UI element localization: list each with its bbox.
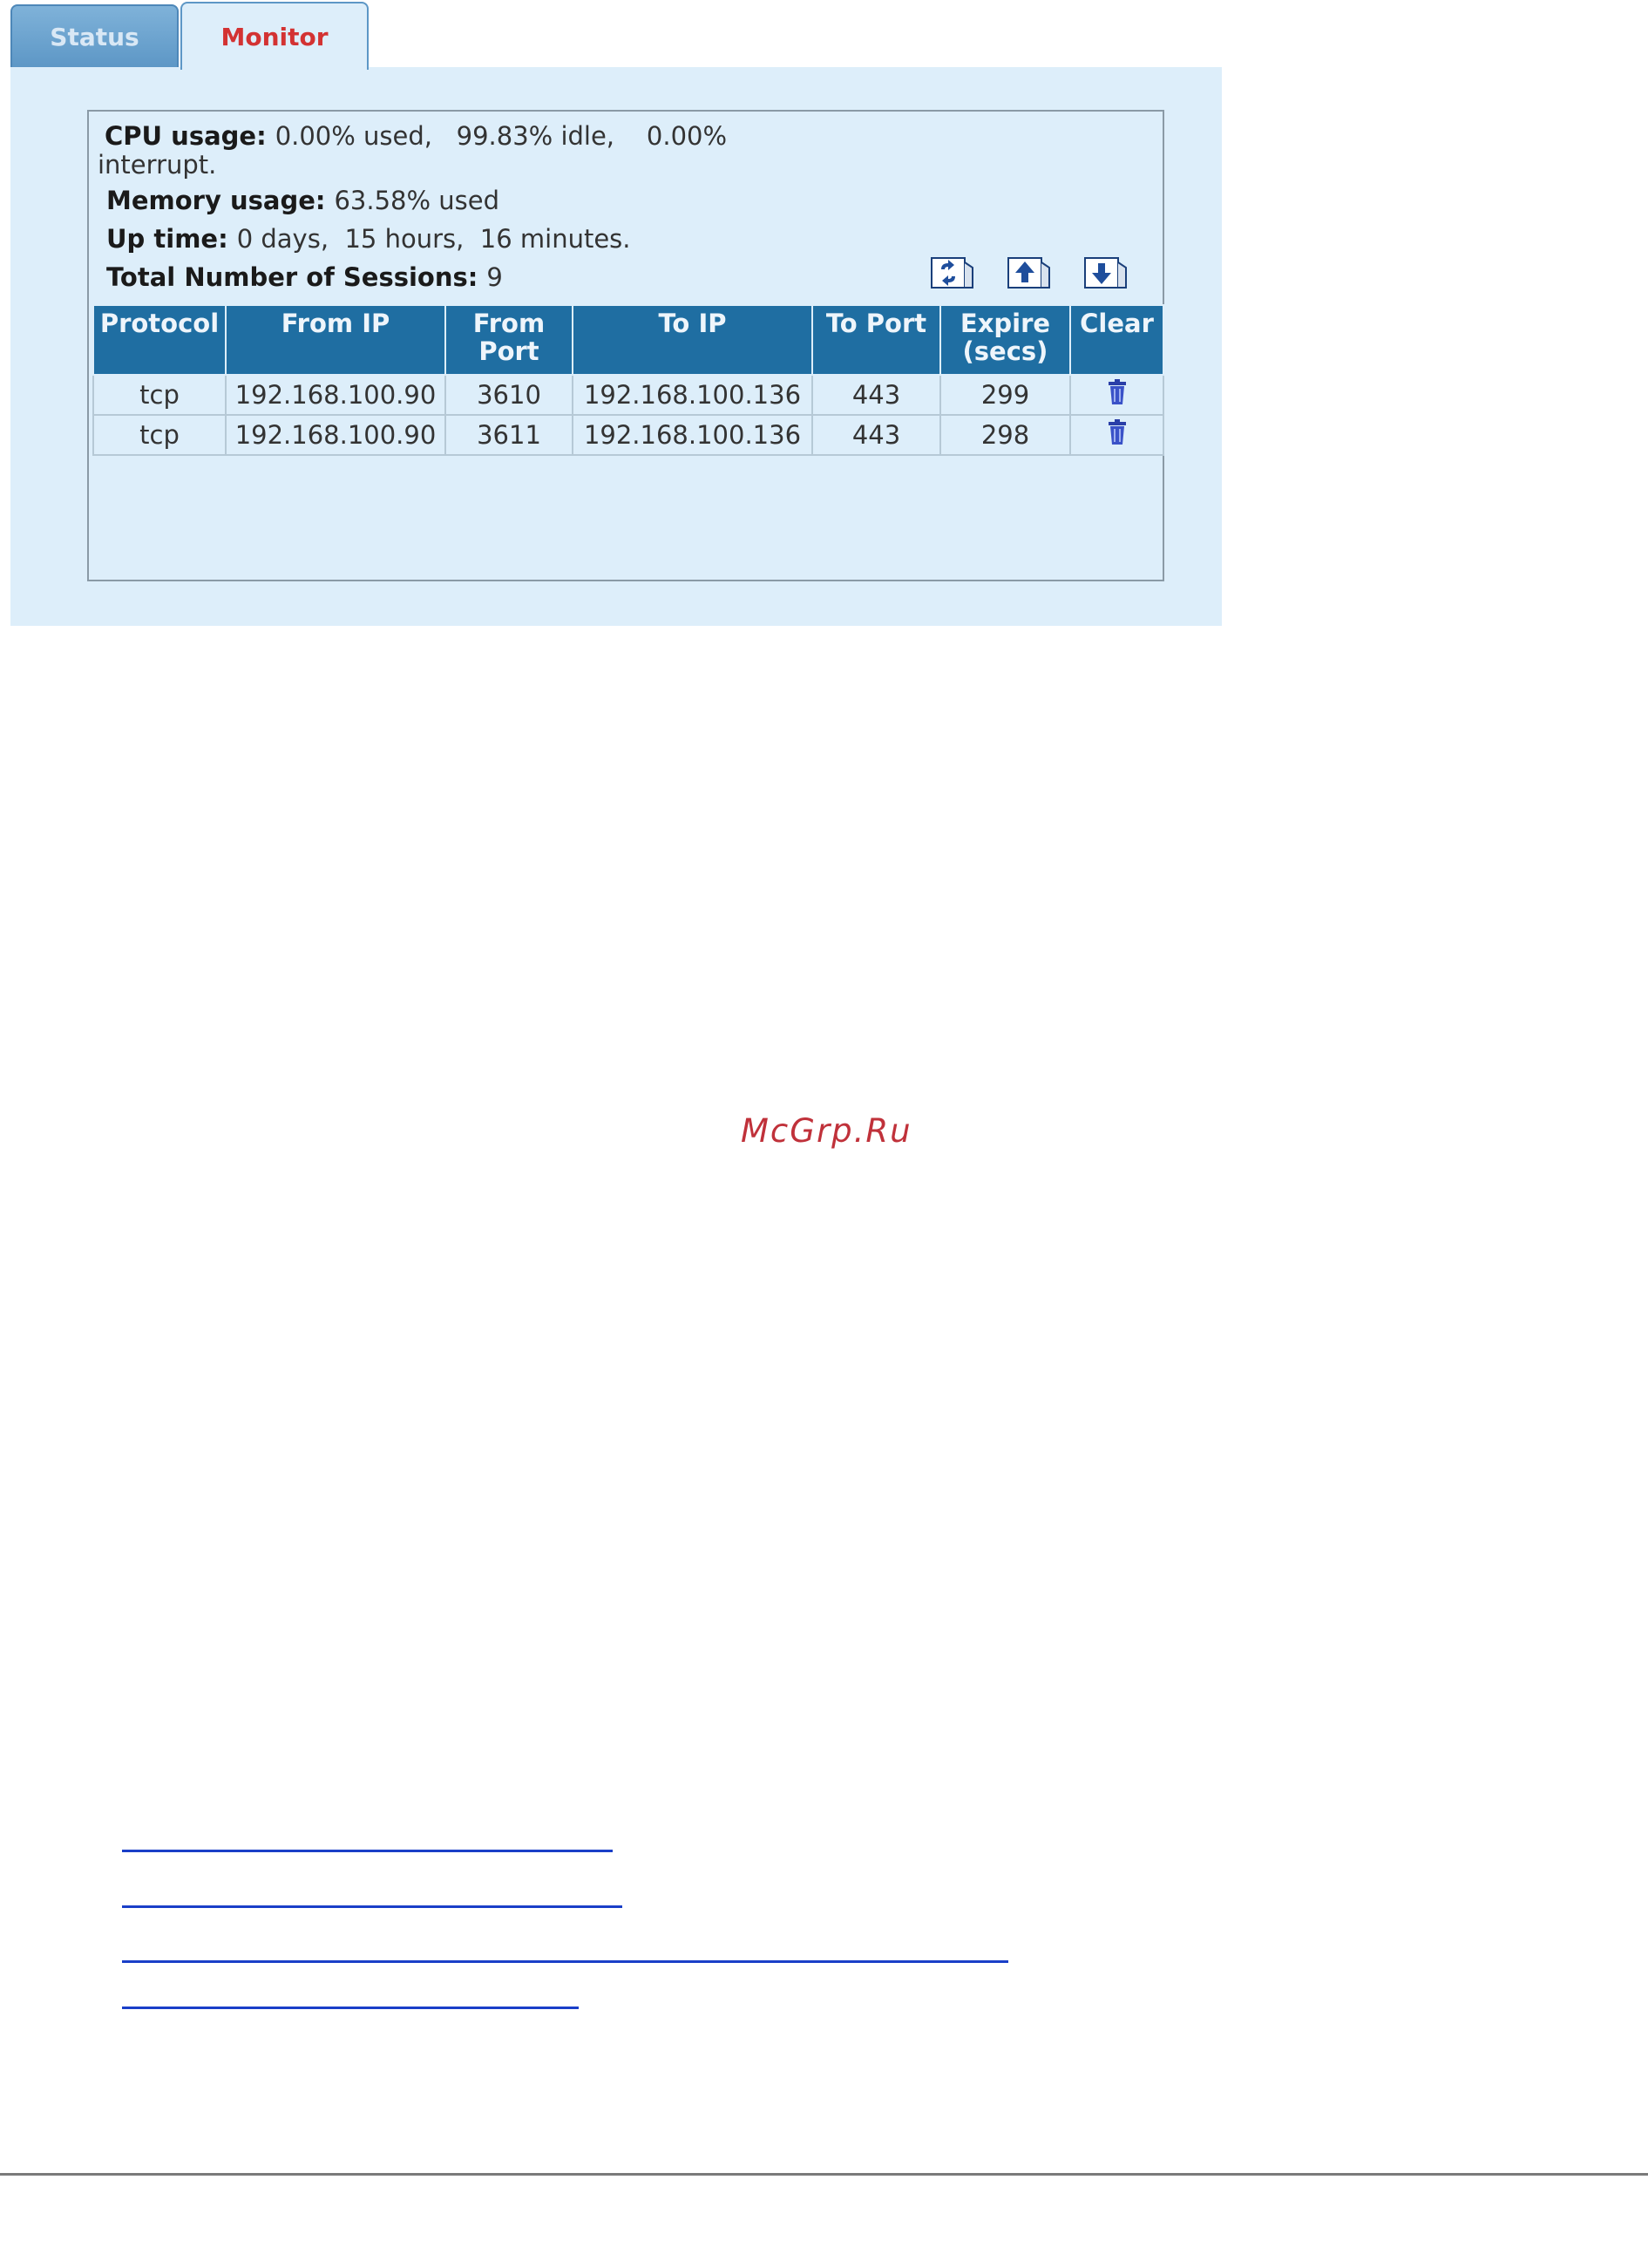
watermark: McGrp.Ru xyxy=(741,1112,912,1150)
cpu-usage-continued: interrupt. xyxy=(98,150,217,180)
table-row: tcp 192.168.100.90 3610 192.168.100.136 … xyxy=(92,374,1164,416)
col-protocol[interactable]: Protocol xyxy=(92,304,227,376)
link-2[interactable] xyxy=(122,1905,622,1908)
tab-monitor[interactable]: Monitor xyxy=(180,2,369,70)
cell-protocol: tcp xyxy=(92,374,227,416)
cell-clear xyxy=(1069,374,1164,416)
footer-divider xyxy=(0,2173,1648,2176)
col-to-port[interactable]: To Port xyxy=(811,304,941,376)
cpu-usage-label: CPU usage: xyxy=(105,121,267,151)
col-to-ip[interactable]: To IP xyxy=(572,304,813,376)
cell-protocol: tcp xyxy=(92,414,227,456)
system-stats: CPU usage: 0.00% used, 99.83% idle, 0.00%… xyxy=(98,120,727,293)
tab-status[interactable]: Status xyxy=(10,4,179,67)
memory-usage-value: 63.58% used xyxy=(334,186,500,215)
memory-usage: Memory usage: 63.58% used xyxy=(106,185,727,216)
cell-to-port: 443 xyxy=(811,374,941,416)
cell-from-port: 3610 xyxy=(444,374,573,416)
table-header-row: Protocol From IP From Port To IP To Port… xyxy=(92,304,1164,376)
up-time-value: 0 days, 15 hours, 16 minutes. xyxy=(236,224,631,254)
sessions-table: Protocol From IP From Port To IP To Port… xyxy=(92,304,1164,456)
cell-expire: 299 xyxy=(939,374,1071,416)
col-clear: Clear xyxy=(1069,304,1164,376)
cpu-usage-value: 0.00% used, 99.83% idle, 0.00% xyxy=(275,121,728,151)
col-from-ip[interactable]: From IP xyxy=(225,304,446,376)
trash-icon[interactable] xyxy=(1106,418,1129,452)
session-count: Total Number of Sessions: 9 xyxy=(106,261,727,293)
link-4[interactable] xyxy=(122,2007,579,2009)
col-from-port[interactable]: From Port xyxy=(444,304,573,376)
session-count-label: Total Number of Sessions: xyxy=(106,262,478,292)
monitor-panel: CPU usage: 0.00% used, 99.83% idle, 0.00%… xyxy=(10,67,1222,626)
refresh-icon[interactable] xyxy=(931,255,976,290)
link-3[interactable] xyxy=(122,1960,1008,1963)
cell-from-port: 3611 xyxy=(444,414,573,456)
cell-from-ip: 192.168.100.90 xyxy=(225,414,446,456)
up-time-label: Up time: xyxy=(106,224,228,254)
cell-from-ip: 192.168.100.90 xyxy=(225,374,446,416)
trash-icon[interactable] xyxy=(1106,378,1129,411)
cell-clear xyxy=(1069,414,1164,456)
cell-to-ip: 192.168.100.136 xyxy=(572,374,813,416)
session-count-value: 9 xyxy=(486,262,503,292)
page-up-icon[interactable] xyxy=(1007,255,1053,290)
memory-usage-label: Memory usage: xyxy=(106,186,326,215)
cell-to-port: 443 xyxy=(811,414,941,456)
up-time: Up time: 0 days, 15 hours, 16 minutes. xyxy=(106,223,727,255)
page-down-icon[interactable] xyxy=(1084,255,1129,290)
cell-to-ip: 192.168.100.136 xyxy=(572,414,813,456)
link-1[interactable] xyxy=(122,1850,613,1852)
cell-expire: 298 xyxy=(939,414,1071,456)
table-row: tcp 192.168.100.90 3611 192.168.100.136 … xyxy=(92,414,1164,456)
cpu-usage: CPU usage: 0.00% used, 99.83% idle, 0.00% xyxy=(105,120,727,152)
col-expire[interactable]: Expire (secs) xyxy=(939,304,1071,376)
monitor-box: CPU usage: 0.00% used, 99.83% idle, 0.00%… xyxy=(87,110,1164,581)
